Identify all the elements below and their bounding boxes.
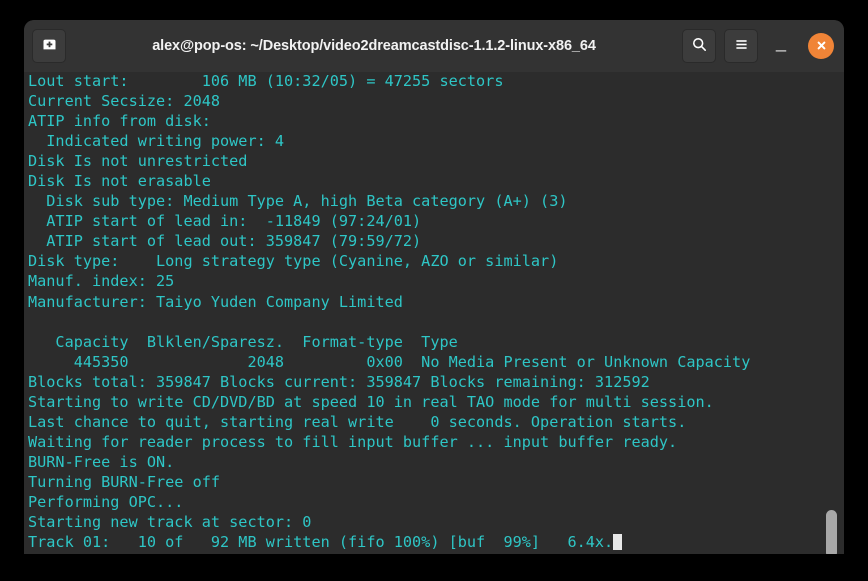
terminal-line: BURN-Free is ON. bbox=[28, 452, 175, 471]
terminal-line: Starting to write CD/DVD/BD at speed 10 … bbox=[28, 392, 714, 411]
terminal-window: alex@pop-os: ~/Desktop/video2dreamcastdi… bbox=[24, 20, 844, 554]
terminal-output-area[interactable]: Lout start: 106 MB (10:32/05) = 47255 se… bbox=[24, 72, 844, 554]
terminal-line: Lout start: 106 MB (10:32/05) = 47255 se… bbox=[28, 72, 504, 90]
terminal-line: Waiting for reader process to fill input… bbox=[28, 432, 678, 451]
terminal-line: Current Secsize: 2048 bbox=[28, 92, 221, 111]
terminal-line: Manuf. index: 25 bbox=[28, 272, 175, 291]
search-button[interactable] bbox=[682, 29, 716, 63]
terminal-line: Last chance to quit, starting real write… bbox=[28, 412, 687, 431]
terminal-line: 445350 2048 0x00 No Media Present or Unk… bbox=[28, 352, 751, 371]
terminal-line: Disk sub type: Medium Type A, high Beta … bbox=[28, 192, 568, 211]
terminal-line: Starting new track at sector: 0 bbox=[28, 513, 312, 532]
window-controls: _ bbox=[682, 27, 836, 66]
block-cursor bbox=[613, 534, 623, 551]
close-icon bbox=[815, 37, 828, 56]
terminal-line: ATIP start of lead in: -11849 (97:24/01) bbox=[28, 212, 422, 231]
terminal-scrollbar-thumb[interactable] bbox=[826, 510, 837, 554]
terminal-line: Manufacturer: Taiyo Yuden Company Limite… bbox=[28, 292, 403, 311]
new-tab-button[interactable] bbox=[32, 29, 66, 63]
terminal-line: Disk Is not unrestricted bbox=[28, 152, 248, 171]
terminal-line: Indicated writing power: 4 bbox=[28, 132, 285, 151]
terminal-plus-icon bbox=[41, 36, 58, 57]
terminal-scrollbar-track[interactable] bbox=[825, 72, 841, 554]
hamburger-menu-icon bbox=[733, 36, 750, 57]
window-title: alex@pop-os: ~/Desktop/video2dreamcastdi… bbox=[152, 38, 596, 54]
minimize-button[interactable]: _ bbox=[766, 27, 796, 66]
window-titlebar[interactable]: alex@pop-os: ~/Desktop/video2dreamcastdi… bbox=[24, 20, 844, 72]
terminal-text: Lout start: 106 MB (10:32/05) = 47255 se… bbox=[28, 72, 844, 552]
terminal-line: Performing OPC... bbox=[28, 492, 184, 511]
terminal-line: Disk type: Long strategy type (Cyanine, … bbox=[28, 252, 559, 271]
terminal-line: Capacity Blklen/Sparesz. Format-type Typ… bbox=[28, 332, 458, 351]
terminal-line: Disk Is not erasable bbox=[28, 172, 211, 191]
terminal-progress-text: Track 01: 10 of 92 MB written (fifo 100%… bbox=[28, 533, 614, 552]
terminal-line: Blocks total: 359847 Blocks current: 359… bbox=[28, 372, 650, 391]
close-button[interactable] bbox=[808, 33, 834, 59]
terminal-line: Turning BURN-Free off bbox=[28, 472, 221, 491]
search-icon bbox=[691, 36, 708, 57]
menu-button[interactable] bbox=[724, 29, 758, 63]
terminal-line: ATIP start of lead out: 359847 (79:59/72… bbox=[28, 232, 422, 251]
desktop-background: alex@pop-os: ~/Desktop/video2dreamcastdi… bbox=[0, 0, 868, 581]
terminal-line: ATIP info from disk: bbox=[28, 112, 211, 131]
terminal-line-active: Track 01: 10 of 92 MB written (fifo 100%… bbox=[28, 532, 844, 552]
